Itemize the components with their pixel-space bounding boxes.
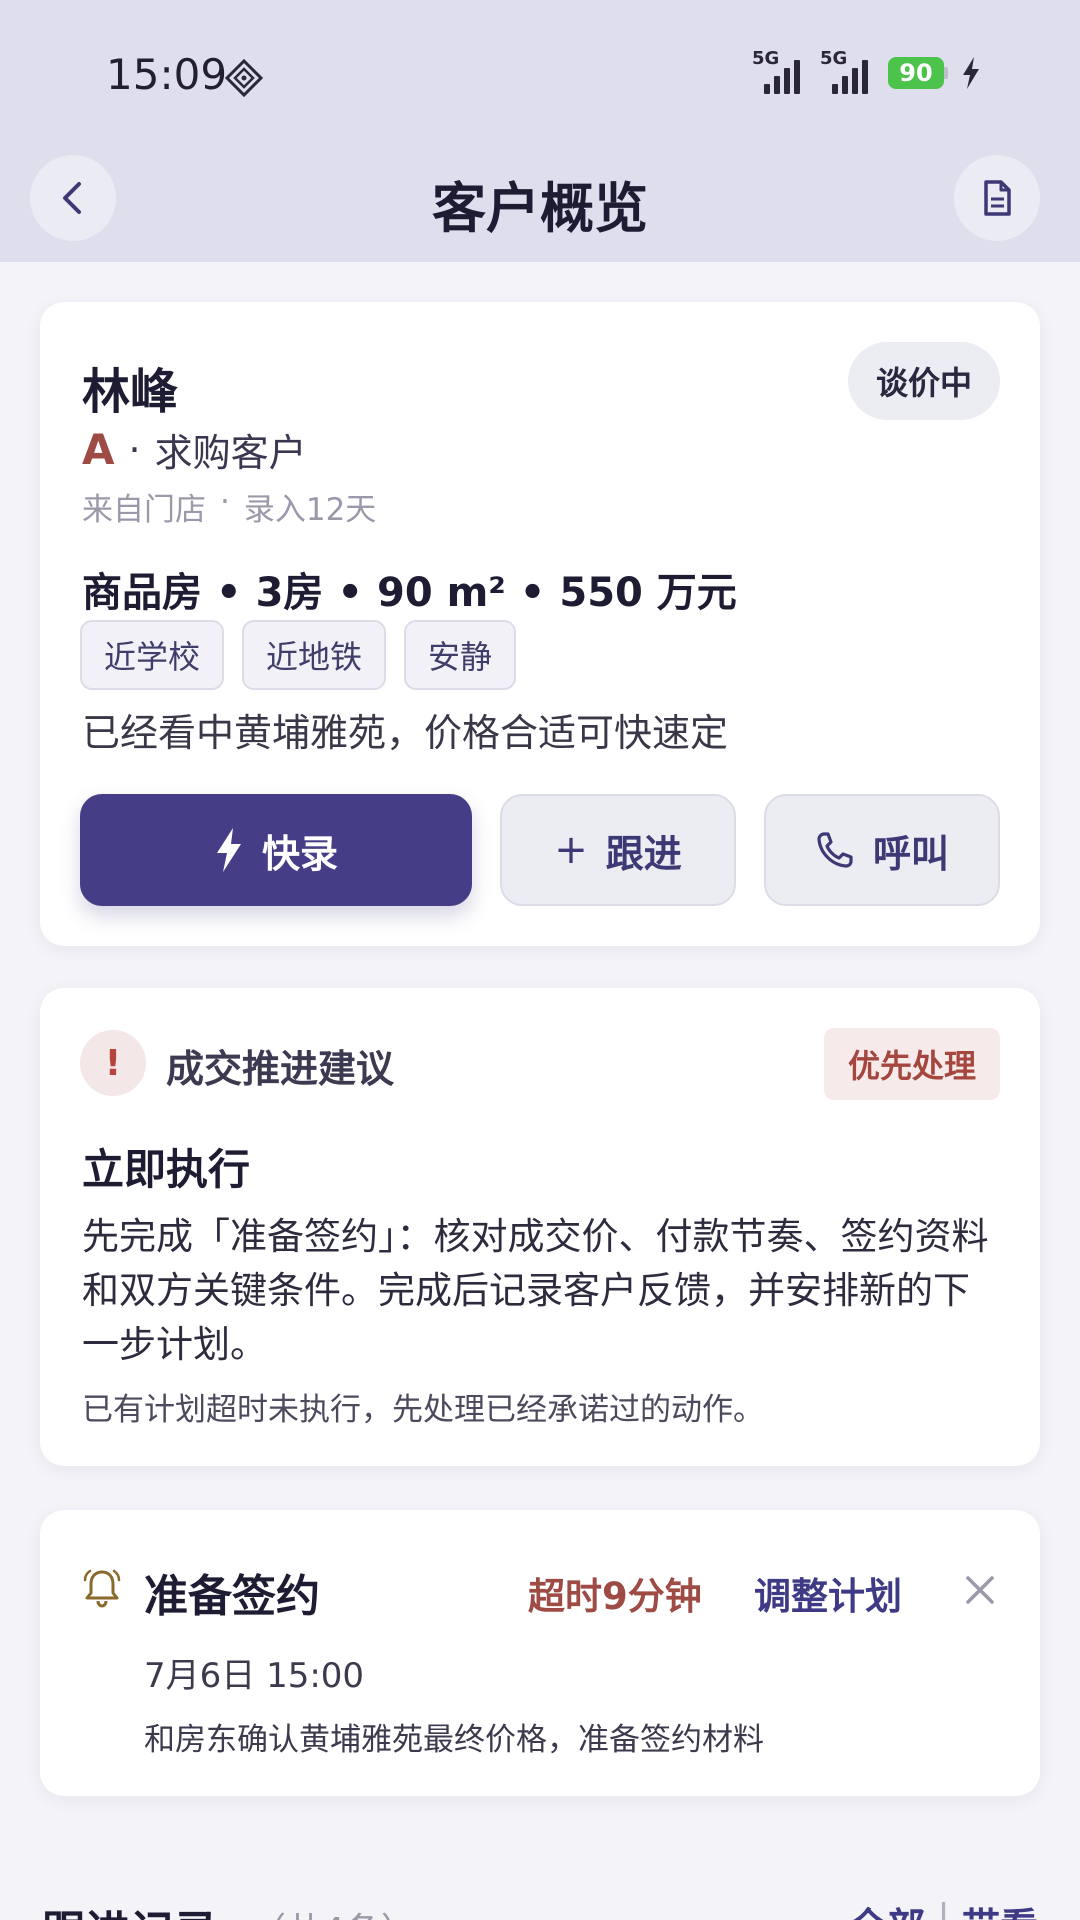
- nfc-diamond-icon: [224, 58, 264, 98]
- filter-viewing[interactable]: 带看: [962, 1896, 1038, 1920]
- customer-source-line: 来自门店 · 录入12天: [82, 484, 376, 529]
- call-label: 呼叫: [872, 831, 949, 876]
- customer-name: 林峰: [82, 364, 179, 420]
- tag-item: 近地铁: [242, 620, 387, 690]
- document-button[interactable]: [954, 155, 1040, 241]
- records-filter: 全部 | 带看: [849, 1896, 1038, 1920]
- spec-sep: •: [216, 570, 242, 616]
- phone-icon: [817, 832, 853, 868]
- task-description: 和房东确认黄埔雅苑最终价格，准备签约材料: [144, 1722, 764, 1758]
- tag-item: 安静: [404, 620, 517, 690]
- lightning-icon: [216, 828, 241, 872]
- customer-level: A: [82, 425, 115, 474]
- spec-sep: •: [519, 570, 546, 616]
- source-separator: ·: [220, 484, 230, 520]
- status-time: 15:09: [106, 50, 228, 99]
- customer-card: 林峰 谈价中 A · 求购客户 来自门店 · 录入12天 商品房 • 3房 • …: [40, 302, 1040, 946]
- suggestion-title: 成交推进建议: [166, 1047, 395, 1091]
- records-count: （共4条）: [250, 1902, 417, 1920]
- task-time: 7月6日 15:00: [144, 1656, 365, 1696]
- bell-icon: [83, 1569, 121, 1608]
- filter-all[interactable]: 全部: [849, 1896, 925, 1920]
- quick-record-button[interactable]: 快录: [80, 794, 472, 906]
- priority-badge: 优先处理: [823, 1028, 1000, 1100]
- filter-separator: |: [937, 1896, 950, 1920]
- status-indicators: 5G 5G 90: [752, 48, 982, 96]
- suggestion-heading: 立即执行: [82, 1145, 251, 1194]
- customer-type: 求购客户: [154, 431, 307, 475]
- spec-price: 550 万元: [559, 570, 737, 616]
- deal-suggestion-card: ! 成交推进建议 优先处理 立即执行 先完成「准备签约」：核对成交价、付款节奏、…: [40, 988, 1040, 1466]
- suggestion-hint: 已有计划超时未执行，先处理已经承诺过的动作。: [82, 1392, 764, 1428]
- plus-icon: +: [554, 827, 588, 873]
- task-card: 准备签约 超时9分钟 调整计划 7月6日 15:00 和房东确认黄埔雅苑最终价格…: [40, 1510, 1040, 1796]
- tag-item: 近学校: [80, 620, 225, 690]
- adjust-plan-link[interactable]: 调整计划: [754, 1566, 902, 1620]
- task-title: 准备签约: [144, 1571, 320, 1622]
- task-overdue: 超时9分钟: [528, 1575, 702, 1618]
- customer-level-line: A · 求购客户: [82, 422, 307, 477]
- quick-record-label: 快录: [261, 831, 338, 876]
- deal-status-badge[interactable]: 谈价中: [847, 342, 1000, 420]
- follow-up-label: 跟进: [605, 831, 682, 876]
- spec-area: 90 m²: [377, 570, 506, 616]
- call-button[interactable]: 呼叫: [764, 794, 1000, 906]
- spec-category: 商品房: [82, 570, 202, 616]
- signal-1-icon: 5G: [752, 48, 812, 96]
- spec-rooms: 3房: [255, 570, 324, 616]
- page-title: 客户概览: [432, 177, 648, 240]
- battery-level: 90: [888, 57, 944, 89]
- suggestion-body: 先完成「准备签约」：核对成交价、付款节奏、签约资料和双方关键条件。完成后记录客户…: [82, 1215, 989, 1366]
- records-title: 跟进记录: [42, 1896, 218, 1920]
- customer-note: 已经看中黄埔雅苑，价格合适可快速定: [82, 711, 729, 755]
- demand-spec: 商品房 • 3房 • 90 m² • 550 万元: [82, 560, 737, 618]
- signal-2-icon: 5G: [820, 48, 880, 96]
- close-icon[interactable]: [960, 1570, 1000, 1610]
- top-bar: 15:09 5G 5G 90 客户概览: [0, 0, 1080, 262]
- battery-icon: 90: [888, 57, 948, 89]
- charging-icon: [963, 57, 979, 89]
- document-icon: [984, 180, 1011, 216]
- customer-source: 来自门店: [82, 492, 206, 528]
- preference-tags: 近学校 近地铁 安静: [80, 620, 517, 690]
- customer-entered: 录入12天: [243, 492, 377, 528]
- spec-sep: •: [337, 570, 363, 616]
- action-buttons: 快录 + 跟进 呼叫: [80, 794, 1000, 906]
- level-separator: ·: [128, 427, 141, 472]
- follow-up-button[interactable]: + 跟进: [500, 794, 736, 906]
- alert-icon: !: [80, 1030, 146, 1096]
